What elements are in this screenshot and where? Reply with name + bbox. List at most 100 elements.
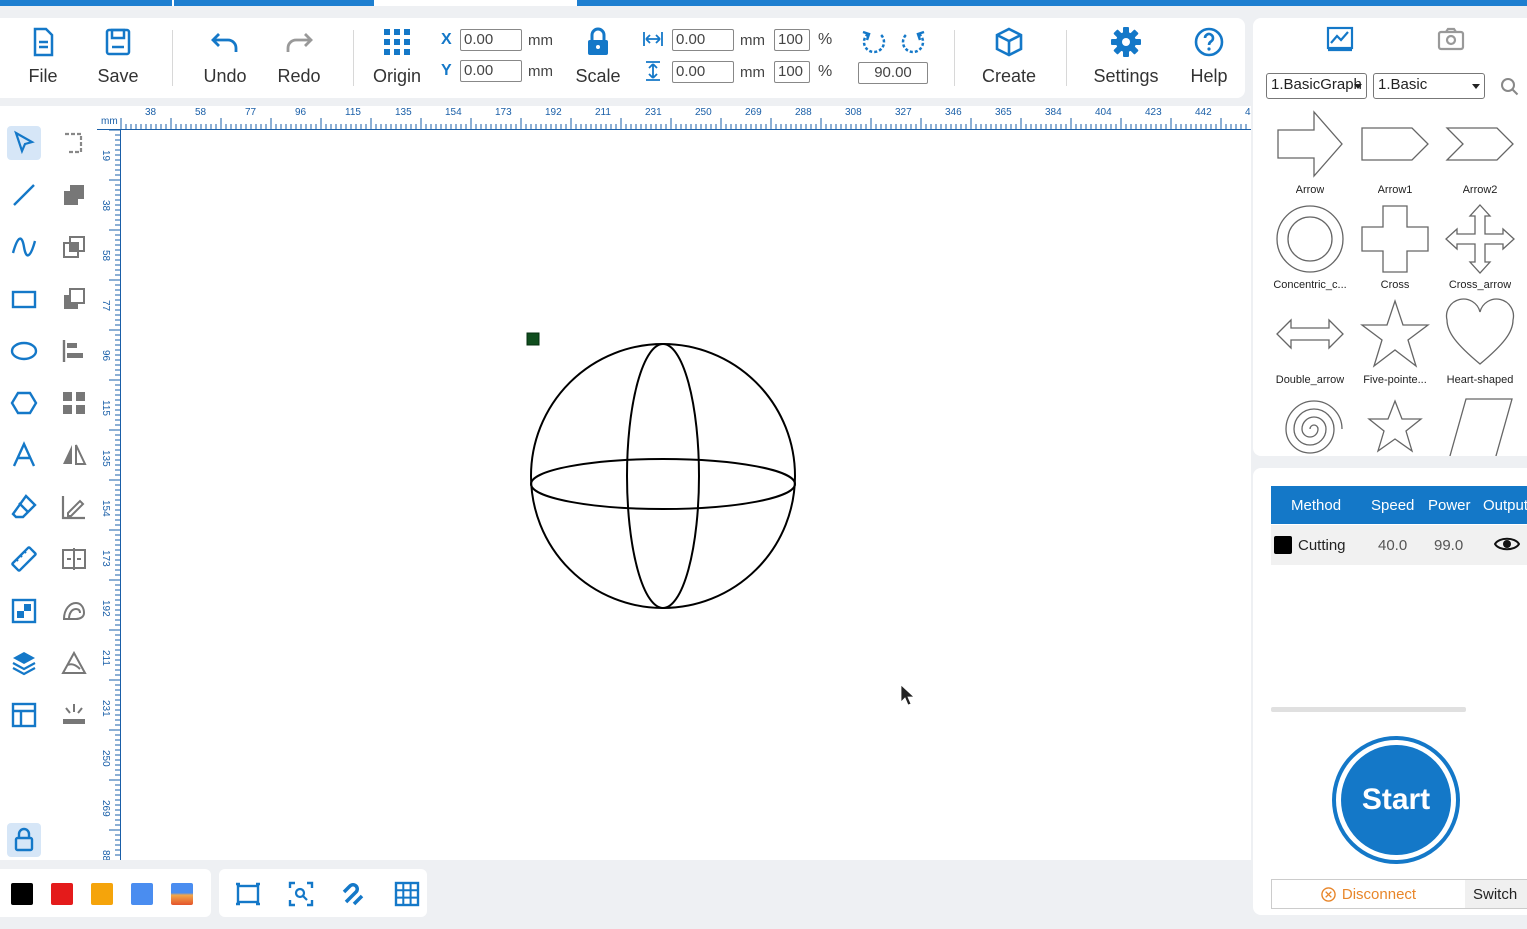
ellipse-tool[interactable] [7,334,41,368]
scale-lock-button[interactable]: Scale [566,26,630,87]
swatch-black[interactable] [11,883,33,905]
redo-button[interactable]: Redo [267,26,331,87]
zoom-selection-icon[interactable] [287,880,315,908]
origin-button[interactable]: Origin [365,26,429,87]
bevel-tool[interactable] [57,646,91,680]
rotate-angle-input[interactable]: 90.00 [858,62,928,84]
ruler-label: 269 [745,107,762,118]
height-percent-input[interactable]: 100 [774,61,810,83]
laser-tool[interactable] [57,698,91,732]
subtract-tool[interactable] [57,282,91,316]
split-tool[interactable] [57,542,91,576]
sphere-drawing[interactable] [122,131,1251,860]
height-input[interactable]: 0.00 [672,61,734,83]
grid-icon[interactable] [393,880,421,908]
line-tool[interactable] [7,178,41,212]
ruler-label: 211 [100,650,111,666]
mirror-tool[interactable] [57,438,91,472]
shape-category-value: 1.BasicGraph [1271,76,1362,93]
ruler-label: 288 [795,107,812,118]
intersect-icon [63,236,85,258]
shape-parallelogram[interactable] [1438,393,1522,456]
ruler-label: 135 [395,107,412,118]
width-percent-input[interactable]: 100 [774,29,810,51]
layer-method[interactable]: Cutting [1298,537,1346,554]
eye-icon[interactable] [1494,534,1520,554]
position-tool[interactable] [7,594,41,628]
magnet-snap-icon[interactable] [340,880,368,908]
create-button[interactable]: Create [977,26,1041,87]
select-tool[interactable] [7,126,41,160]
offset-tool[interactable] [57,594,91,628]
layers-tool[interactable] [7,646,41,680]
shape-category-dropdown[interactable]: 1.BasicGraph [1266,73,1367,99]
drawing-area[interactable] [122,131,1251,860]
ruler-label: 308 [845,107,862,118]
lock-canvas-toggle[interactable] [7,823,41,857]
layer-speed[interactable]: 40.0 [1378,537,1407,554]
header-method: Method [1291,497,1342,514]
shape-arrow1[interactable]: Arrow1 [1353,108,1437,202]
shape-heart[interactable]: Heart-shaped [1438,298,1522,392]
shape-cross[interactable]: Cross [1353,203,1437,297]
array-tool[interactable] [57,386,91,420]
layer-row[interactable]: Cutting 40.0 99.0 [1271,525,1527,565]
sphere-meridian[interactable] [626,343,700,609]
design-canvas[interactable]: mm 38 58 77 96 115 135 154 173 192 211 231 250 269 28… [97,106,1251,860]
layout-tool[interactable] [7,698,41,732]
shape-arrow2[interactable]: Arrow2 [1438,108,1522,202]
selection-handle[interactable] [526,332,540,346]
switch-button[interactable]: Switch [1465,880,1527,908]
rotate-cw-icon[interactable] [899,28,927,56]
edit-path-tool[interactable] [57,490,91,524]
shape-concentric-circle[interactable]: Concentric_c... [1268,203,1352,297]
progress-bar [1271,707,1466,712]
union-tool[interactable] [57,178,91,212]
layer-power[interactable]: 99.0 [1434,537,1463,554]
search-icon[interactable] [1500,77,1520,97]
swatch-blue[interactable] [131,883,153,905]
swatch-gradient[interactable] [171,883,193,905]
layer-color-swatch[interactable] [1274,536,1292,554]
settings-button[interactable]: Settings [1093,26,1159,87]
swatch-orange[interactable] [91,883,113,905]
file-button[interactable]: File [11,26,75,87]
shape-cross-arrow[interactable]: Cross_arrow [1438,203,1522,297]
sphere-outline[interactable] [530,343,796,609]
polygon-tool[interactable] [7,386,41,420]
y-position-input[interactable]: 0.00 [460,60,522,82]
intersect-tool[interactable] [57,230,91,264]
eraser-tool[interactable] [7,490,41,524]
shape-five-point-star[interactable]: Five-pointe... [1353,298,1437,392]
rectangle-tool[interactable] [7,282,41,316]
start-button[interactable]: Start [1332,736,1460,864]
height-arrows-icon [646,61,660,81]
fit-frame-icon[interactable] [234,880,262,908]
undo-button[interactable]: Undo [193,26,257,87]
measure-tool[interactable] [7,542,41,576]
shape-spiral[interactable] [1268,393,1352,456]
save-button[interactable]: Save [86,26,150,87]
shape-double-arrow[interactable]: Double_arrow [1268,298,1352,392]
node-edit-tool[interactable] [57,126,91,160]
x-position-input[interactable]: 0.00 [460,29,522,51]
arrow2-shape-icon [1445,127,1514,161]
shape-subcategory-value: 1.Basic [1378,76,1428,93]
connection-bar: Disconnect Switch [1271,879,1527,909]
help-button[interactable]: Help [1177,26,1241,87]
shape-star[interactable] [1353,393,1437,456]
width-input[interactable]: 0.00 [672,29,734,51]
shape-subcategory-dropdown[interactable]: 1.Basic [1373,73,1485,99]
text-tool[interactable] [7,438,41,472]
disconnect-button[interactable]: Disconnect [1272,880,1465,908]
rotate-ccw-icon[interactable] [860,28,888,56]
shape-arrow[interactable]: Arrow [1268,108,1352,202]
ruler-label: 19 [100,150,111,162]
ruler-label: 173 [495,107,512,118]
graphics-tab-icon[interactable] [1325,26,1355,52]
swatch-red[interactable] [51,883,73,905]
sphere-equator[interactable] [530,458,796,510]
camera-tab-icon[interactable] [1436,26,1466,52]
curve-tool[interactable] [7,230,41,264]
align-tool[interactable] [57,334,91,368]
